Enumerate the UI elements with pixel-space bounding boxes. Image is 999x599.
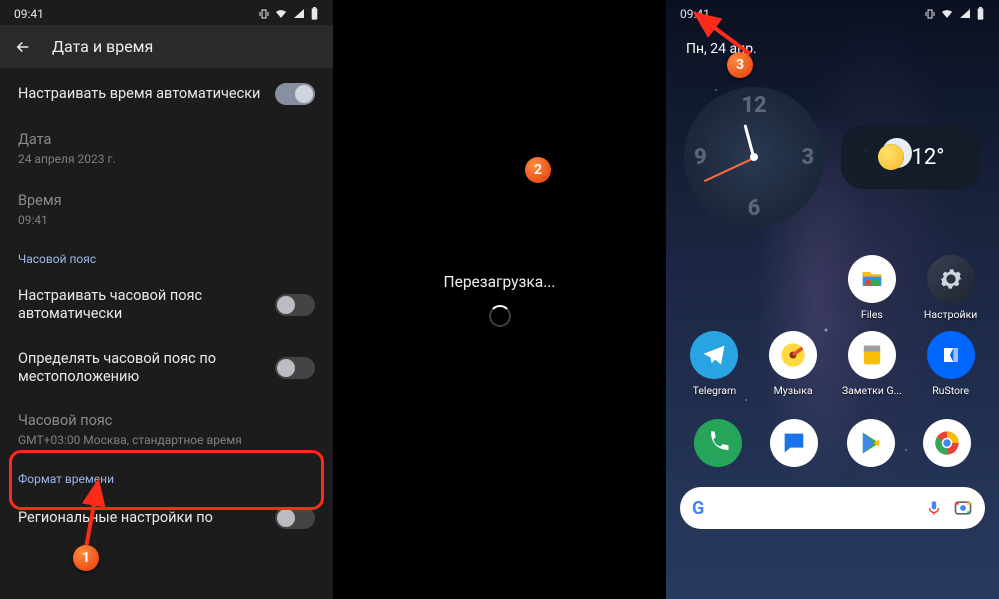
back-icon[interactable] xyxy=(14,38,32,56)
status-bar: 09:41 xyxy=(0,0,333,25)
vibrate-icon xyxy=(924,8,936,20)
reboot-text: Перезагрузка... xyxy=(444,273,556,291)
timezone-label: Часовой пояс xyxy=(18,412,315,430)
auto-timezone-toggle[interactable] xyxy=(275,294,315,316)
timezone-location-row[interactable]: Определять часовой пояс по местоположени… xyxy=(0,337,333,399)
app-grid: Files Настройки Telegram Музыка xyxy=(666,239,999,407)
time-row[interactable]: Время 09:41 xyxy=(0,179,333,240)
auto-timezone-label: Настраивать часовой пояс автоматически xyxy=(18,287,263,323)
lens-icon[interactable] xyxy=(953,498,973,518)
battery-icon xyxy=(310,7,319,21)
wifi-icon xyxy=(940,8,954,20)
google-logo: G xyxy=(692,498,704,519)
app-music[interactable]: Музыка xyxy=(757,331,830,397)
messages-icon xyxy=(780,429,808,457)
home-date[interactable]: Пн, 24 апр. xyxy=(666,25,999,59)
annotation-marker-3: 3 xyxy=(727,52,753,78)
regional-row[interactable]: Региональные настройки по xyxy=(0,494,333,542)
timezone-row[interactable]: Часовой пояс GMT+03:00 Москва, стандартн… xyxy=(0,399,333,460)
app-telegram[interactable]: Telegram xyxy=(678,331,751,397)
format-section-header: Формат времени xyxy=(0,460,333,494)
app-label: Files xyxy=(861,308,883,321)
timezone-section-header: Часовой пояс xyxy=(0,240,333,274)
clock-3: 3 xyxy=(801,145,814,170)
dock xyxy=(666,407,999,479)
app-label: Заметки G... xyxy=(842,384,902,397)
spinner-icon xyxy=(489,305,511,327)
app-bar: Дата и время xyxy=(0,25,333,68)
battery-icon xyxy=(976,7,985,21)
regional-toggle[interactable] xyxy=(275,507,315,529)
timezone-value: GMT+03:00 Москва, стандартное время xyxy=(18,433,315,447)
settings-date-time-screen: 09:41 Дата и время Настраивать время авт… xyxy=(0,0,333,599)
timezone-location-label: Определять часовой пояс по местоположени… xyxy=(18,350,263,386)
weather-icon xyxy=(878,144,904,170)
reboot-screen: Перезагрузка... xyxy=(333,0,666,599)
signal-icon xyxy=(292,8,306,20)
rustore-icon xyxy=(927,331,975,379)
status-icons xyxy=(258,7,319,21)
annotation-marker-1: 1 xyxy=(73,545,99,571)
chrome-icon xyxy=(933,429,961,457)
clock-9: 9 xyxy=(694,145,707,170)
notes-icon xyxy=(848,331,896,379)
screen-title: Дата и время xyxy=(52,37,153,56)
regional-label: Региональные настройки по xyxy=(18,509,213,527)
telegram-icon xyxy=(690,331,738,379)
app-notes[interactable]: Заметки G... xyxy=(836,331,909,397)
gear-icon xyxy=(927,255,975,303)
clock-12: 12 xyxy=(741,93,766,118)
signal-icon xyxy=(958,8,972,20)
app-settings[interactable]: Настройки xyxy=(914,255,987,321)
wifi-icon xyxy=(274,8,288,20)
status-time: 09:41 xyxy=(14,7,44,21)
time-value: 09:41 xyxy=(18,213,315,227)
auto-timezone-row[interactable]: Настраивать часовой пояс автоматически xyxy=(0,274,333,336)
auto-time-row[interactable]: Настраивать время автоматически xyxy=(0,70,333,118)
play-icon xyxy=(857,429,885,457)
status-icons xyxy=(924,7,985,21)
vibrate-icon xyxy=(258,8,270,20)
date-value: 24 апреля 2023 г. xyxy=(18,152,315,166)
status-bar: 09:41 xyxy=(666,0,999,25)
clock-widget[interactable]: 12 3 6 9 xyxy=(684,87,824,227)
home-screen[interactable]: 09:41 Пн, 24 апр. 12 3 6 9 12° xyxy=(666,0,999,599)
app-label: RuStore xyxy=(932,384,969,397)
timezone-location-toggle[interactable] xyxy=(275,357,315,379)
app-messages[interactable] xyxy=(770,419,818,467)
app-label: Музыка xyxy=(774,384,813,397)
auto-time-label: Настраивать время автоматически xyxy=(18,85,260,103)
files-icon xyxy=(848,255,896,303)
weather-temp: 12° xyxy=(912,145,945,170)
app-files[interactable]: Files xyxy=(836,255,909,321)
app-phone[interactable] xyxy=(694,419,742,467)
date-row[interactable]: Дата 24 апреля 2023 г. xyxy=(0,118,333,179)
annotation-marker-2: 2 xyxy=(525,157,551,183)
time-label: Время xyxy=(18,192,315,210)
search-bar[interactable]: G xyxy=(680,487,985,529)
clock-6: 6 xyxy=(748,196,761,221)
date-label: Дата xyxy=(18,131,315,149)
music-icon xyxy=(769,331,817,379)
phone-icon xyxy=(704,429,732,457)
status-time: 09:41 xyxy=(680,7,710,21)
app-play-store[interactable] xyxy=(847,419,895,467)
app-label: Telegram xyxy=(693,384,737,397)
weather-widget[interactable]: 12° xyxy=(841,125,981,189)
mic-icon[interactable] xyxy=(925,499,943,517)
app-label: Настройки xyxy=(924,308,977,321)
app-chrome[interactable] xyxy=(923,419,971,467)
auto-time-toggle[interactable] xyxy=(275,83,315,105)
app-rustore[interactable]: RuStore xyxy=(914,331,987,397)
